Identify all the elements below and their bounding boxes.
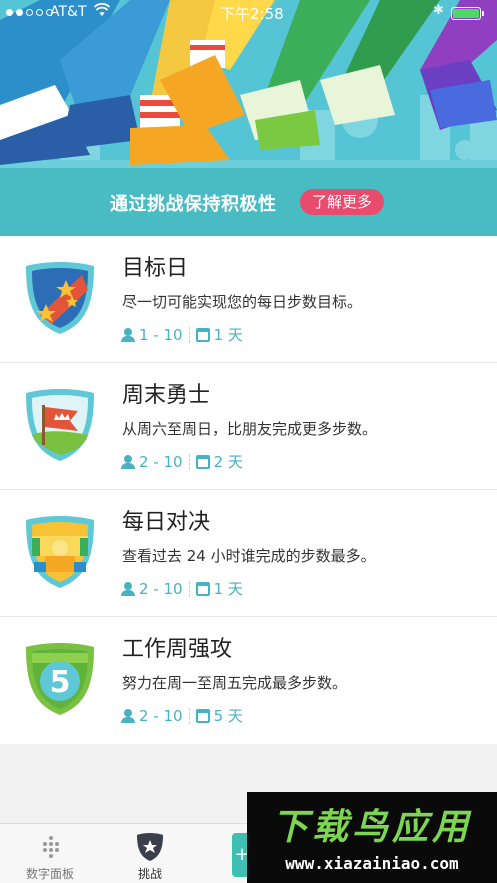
watermark-title: 下载鸟应用 [271,807,472,848]
person-icon [121,454,135,469]
challenge-title: 工作周强攻 [122,637,233,662]
watermark-overlay: 下载鸟应用 www.xiazainiao.com [247,792,497,883]
challenge-list: 目标日 尽一切可能实现您的每日步数目标。 1 - 10 1 天 周末勇士 从周六… [0,236,497,744]
calendar-icon [195,454,210,469]
five-badge-icon: 5 [26,643,94,715]
challenge-title: 周末勇士 [122,383,211,408]
battery-icon [451,7,484,20]
person-icon [121,708,135,723]
svg-text:5: 5 [50,665,71,700]
calendar-icon [195,327,210,342]
carrier-label: AT&T [50,4,87,20]
challenge-description: 尽一切可能实现您的每日步数目标。 [122,293,363,311]
challenge-title: 每日对决 [122,510,211,535]
tab-challenges-label: 挑战 [137,867,162,881]
dashboard-icon [41,836,61,860]
meta-divider [188,326,190,343]
challenge-row-daily-showdown[interactable]: 每日对决 查看过去 24 小时谁完成的步数最多。 2 - 10 1 天 [0,490,497,617]
status-bar: AT&T 下午2:58 ✱ [0,0,497,26]
learn-more-button[interactable]: 了解更多 [300,189,385,215]
challenge-meta: 2 - 10 5 天 [121,705,243,726]
signal-strength-icon [6,9,53,16]
challenge-meta: 2 - 10 2 天 [121,451,243,472]
challenge-shield-icon [137,833,163,861]
meta-divider [188,453,190,470]
players-range: 1 - 10 [139,325,183,344]
players-range: 2 - 10 [139,579,183,598]
bluetooth-icon: ✱ [433,3,444,18]
challenge-duration: 1 天 [213,326,243,344]
challenge-row-weekend-warrior[interactable]: 周末勇士 从周六至周日，比朋友完成更多步数。 2 - 10 2 天 [0,363,497,490]
challenge-duration: 5 天 [213,707,243,725]
challenge-duration: 2 天 [213,453,243,471]
flag-badge-icon [26,389,94,461]
challenge-description: 努力在周一至周五完成最多步数。 [122,674,348,692]
challenge-description: 从周六至周日，比朋友完成更多步数。 [122,420,378,438]
challenge-meta: 1 - 10 1 天 [121,324,243,345]
players-range: 2 - 10 [139,452,183,471]
calendar-icon [195,581,210,596]
tab-challenges[interactable]: 挑战 [105,824,195,883]
challenge-description: 查看过去 24 小时谁完成的步数最多。 [122,547,376,565]
calendar-icon [195,708,210,723]
hero-tagline: 通过挑战保持积极性 [110,194,277,215]
challenge-meta: 2 - 10 1 天 [121,578,243,599]
tab-dashboard-label: 数字面板 [25,867,74,881]
status-time: 下午2:58 [220,5,284,23]
meta-divider [188,707,190,724]
meta-divider [188,580,190,597]
challenge-row-goal-day[interactable]: 目标日 尽一切可能实现您的每日步数目标。 1 - 10 1 天 [0,236,497,363]
stars-badge-icon [26,262,94,334]
person-icon [121,581,135,596]
challenge-row-workweek-hustle[interactable]: 5 工作周强攻 努力在周一至周五完成最多步数。 2 - 10 5 天 [0,617,497,744]
watermark-url: www.xiazainiao.com [285,854,459,873]
players-range: 2 - 10 [139,706,183,725]
challenge-duration: 1 天 [213,580,243,598]
hero-banner: AT&T 下午2:58 ✱ 通过挑战保持积极性 了解更多 [0,0,497,236]
tab-dashboard[interactable]: 数字面板 [5,824,95,883]
challenge-title: 目标日 [122,256,189,281]
person-icon [121,327,135,342]
sun-badge-icon [26,516,94,588]
